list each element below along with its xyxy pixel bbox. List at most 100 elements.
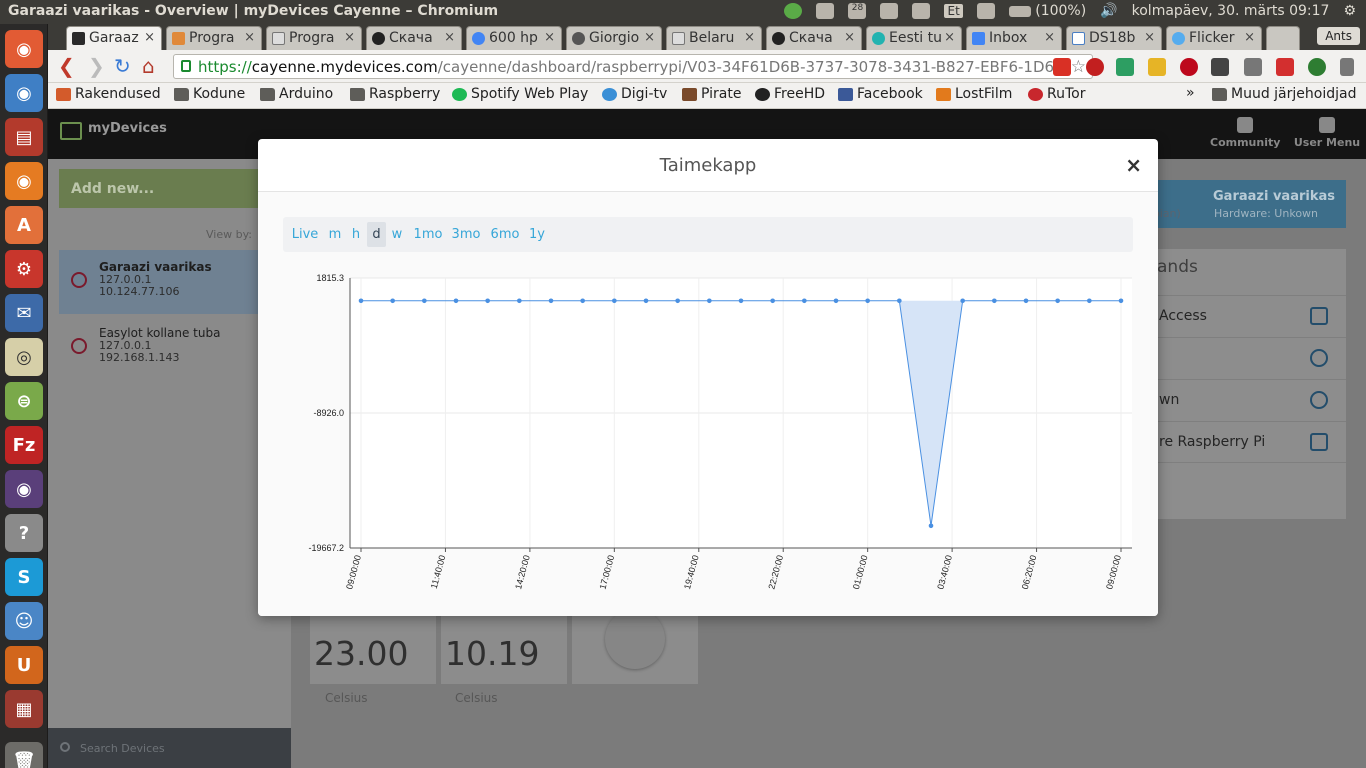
tab-eesti[interactable]: Eesti tu × [866,26,962,50]
volume-icon[interactable]: 🔊 [1100,3,1117,19]
pinterest-icon[interactable] [1180,58,1198,76]
gmail-icon[interactable] [1053,58,1071,76]
network-icon[interactable]: ⊜ [5,382,43,420]
menu-icon[interactable] [1340,58,1354,76]
close-tab-icon[interactable]: × [244,30,255,45]
mail-icon[interactable] [976,3,995,19]
speaker-icon[interactable]: ◎ [5,338,43,376]
close-tab-icon[interactable]: × [444,30,455,45]
keyboard-layout[interactable]: Et [944,4,963,18]
software-center-icon[interactable]: A [5,206,43,244]
device-item-garaazi[interactable]: Garaazi vaarikas 127.0.0.1 10.124.77.106 [59,250,291,314]
bookmark-other[interactable]: Muud järjehoidjad [1212,86,1356,102]
chromium-icon[interactable]: ◉ [5,74,43,112]
device-item-easylot[interactable]: Easylot kollane tuba 127.0.0.1 192.168.1… [59,316,291,380]
bookmark-arduino[interactable]: Arduino [260,86,333,102]
tab-progra-2[interactable]: Progra × [266,26,362,50]
new-tab-button[interactable] [1266,26,1300,50]
opera-extension-icon[interactable] [1086,58,1104,76]
back-arrow-icon[interactable]: ❮ [58,56,75,76]
bookmark-rutor[interactable]: RuTor [1028,86,1085,102]
close-tab-icon[interactable]: × [144,30,155,45]
id-icon[interactable] [1211,58,1229,76]
sync-status-icon[interactable] [784,3,803,19]
shutdown-command[interactable]: wn [1145,379,1346,421]
eclipse-icon[interactable]: ◉ [5,470,43,508]
magnet-icon[interactable]: U [5,646,43,684]
add-new-button[interactable]: Add new... [59,169,291,208]
profile-button[interactable]: Ants [1317,27,1360,45]
close-tab-icon[interactable]: × [944,30,955,45]
bookmark-lostfilm[interactable]: LostFilm [936,86,1012,102]
tab-inbox[interactable]: Inbox × [966,26,1062,50]
bookmark-pirate[interactable]: Pirate [682,86,741,102]
close-tab-icon[interactable]: × [1044,30,1055,45]
close-icon[interactable]: × [1125,153,1142,177]
close-tab-icon[interactable]: × [544,30,555,45]
d-extension-icon[interactable] [1308,58,1326,76]
bookmark-star-icon[interactable]: ☆ [1071,57,1086,77]
close-tab-icon[interactable]: × [744,30,755,45]
close-tab-icon[interactable]: × [844,30,855,45]
search-devices-input[interactable]: Search Devices [48,728,291,768]
tab-belaru[interactable]: Belaru × [666,26,762,50]
filezilla-icon[interactable]: Fz [5,426,43,464]
close-tab-icon[interactable]: × [644,30,655,45]
files-icon[interactable]: ▤ [5,118,43,156]
tab-garaazi[interactable]: Garaaz × [66,26,162,50]
thunderbird-icon[interactable]: ✉ [5,294,43,332]
bookmark-digitv[interactable]: Digi-tv [602,86,667,102]
translate-icon[interactable] [1116,58,1134,76]
help-icon[interactable]: ? [5,514,43,552]
tab-ds18b[interactable]: DS18b × [1066,26,1162,50]
workspaces-icon[interactable]: ▦ [5,690,43,728]
battery-indicator[interactable]: (100%) [1008,3,1086,19]
bookmark-freehd[interactable]: FreeHD [755,86,825,102]
temperature-widget-1[interactable]: 23.00 [310,614,436,684]
data-point [738,298,744,304]
notes-icon[interactable] [880,3,899,19]
reboot-command[interactable] [1145,337,1346,379]
settings-icon[interactable]: ⚙ [5,250,43,288]
remote-access-command[interactable]: Access [1145,295,1346,337]
t-icon[interactable] [1244,58,1262,76]
bookmark-apps[interactable]: Rakendused [56,86,161,102]
tab-flicker[interactable]: Flicker × [1166,26,1262,50]
user-menu-button[interactable]: User Menu [1292,117,1362,149]
tab-skachat-2[interactable]: Скача × [766,26,862,50]
cart-icon[interactable] [1276,58,1294,76]
tab-600hp[interactable]: 600 hp × [466,26,562,50]
community-button[interactable]: Community [1210,117,1280,149]
dropbox-icon[interactable] [816,3,835,19]
tab-giorgio[interactable]: Giorgio × [566,26,662,50]
forward-arrow-icon[interactable]: ❯ [88,56,105,76]
bookmarks-overflow-button[interactable]: » [1186,85,1195,101]
reload-icon[interactable]: ↻ [114,56,131,76]
address-bar[interactable]: https://cayenne.mydevices.com/cayenne/da… [173,54,1093,79]
home-icon[interactable]: ⌂ [142,56,155,76]
close-tab-icon[interactable]: × [1244,30,1255,45]
mydevices-logo[interactable]: myDevices [60,121,167,140]
pidgin-icon[interactable]: ☺ [5,602,43,640]
configure-command[interactable]: re Raspberry Pi [1145,421,1346,463]
skype-icon[interactable]: S [5,558,43,596]
calendar-icon[interactable]: 28 [848,3,867,19]
temperature-widget-2[interactable]: 10.19 [441,614,567,684]
ebay-icon[interactable] [1148,58,1166,76]
gear-icon[interactable]: ⚙ [1343,3,1356,19]
network-transfer-icon[interactable] [912,3,931,19]
line-area-chart[interactable]: 1815.3-8926.0-19667.209:00:00 11:40:00 14:… [258,192,1158,617]
close-tab-icon[interactable]: × [1144,30,1155,45]
ubuntu-dash-icon[interactable]: ◉ [5,30,43,68]
bookmark-facebook[interactable]: Facebook [838,86,923,102]
tab-progra-1[interactable]: Progra × [166,26,262,50]
bookmark-spotify[interactable]: Spotify Web Play [452,86,588,102]
trash-icon[interactable]: 🗑 [5,742,43,768]
bookmark-raspberry[interactable]: Raspberry [350,86,440,102]
tab-skachat-1[interactable]: Скача × [366,26,462,50]
bookmark-kodune[interactable]: Kodune [174,86,245,102]
close-tab-icon[interactable]: × [344,30,355,45]
firefox-icon[interactable]: ◉ [5,162,43,200]
gauge-widget[interactable] [572,609,698,684]
clock[interactable]: kolmapäev, 30. märts 09:17 [1132,3,1330,19]
